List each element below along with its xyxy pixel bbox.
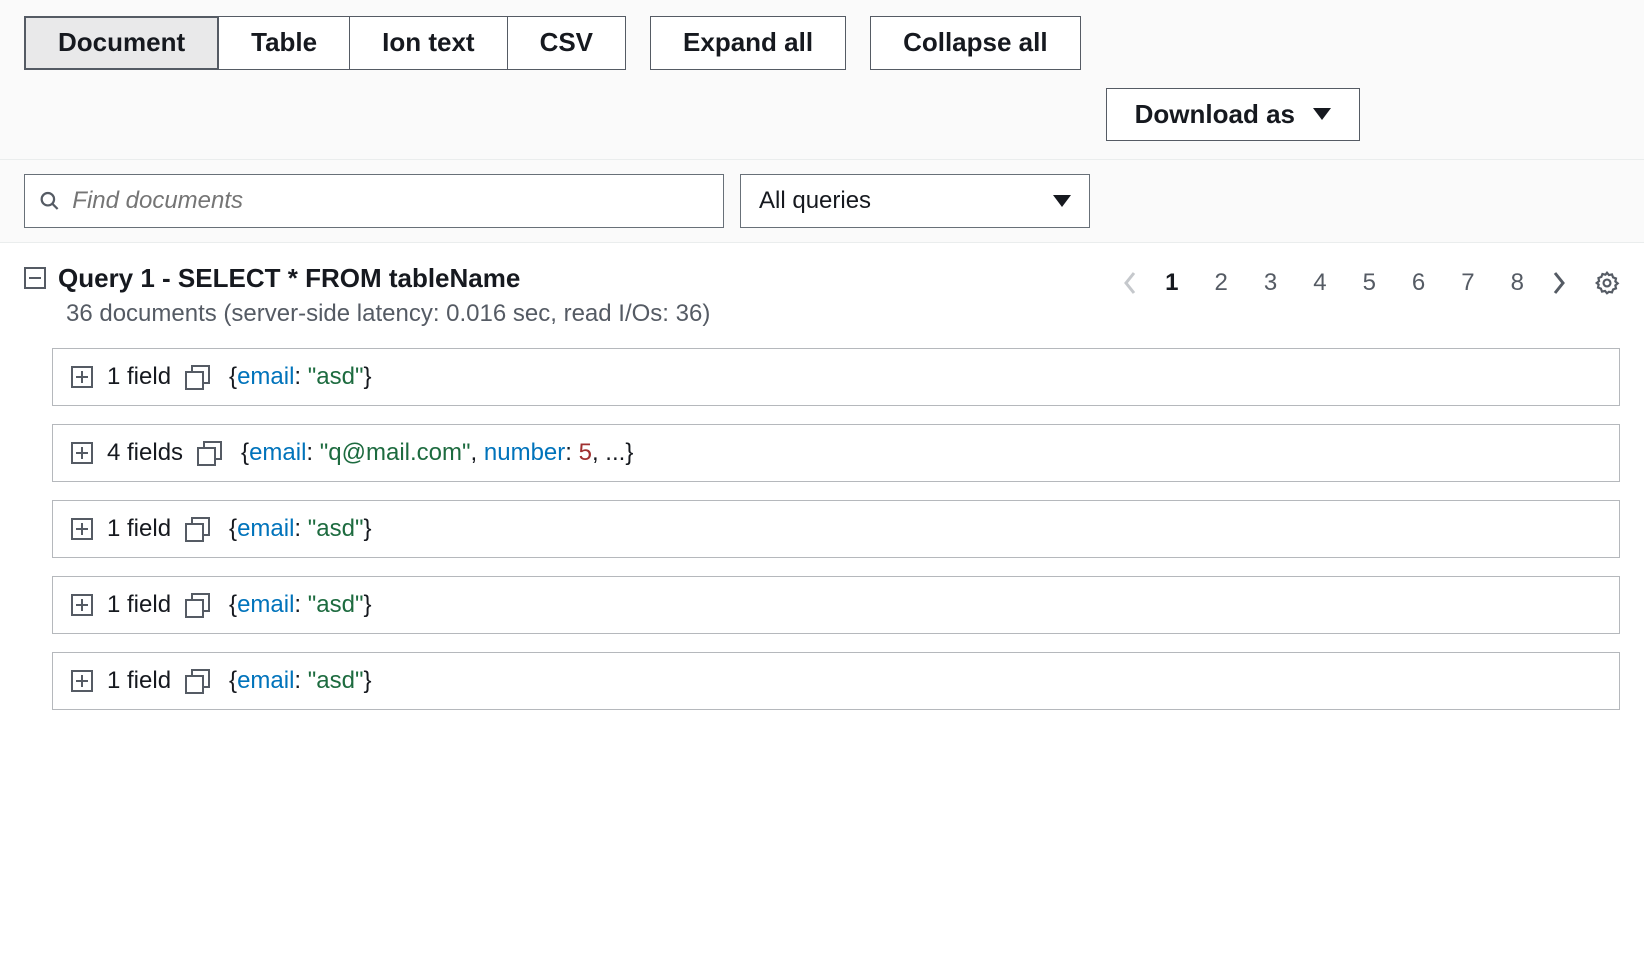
document-preview: {email: "asd"} <box>229 591 371 619</box>
expand-icon[interactable] <box>71 670 93 692</box>
filter-bar: All queries <box>0 160 1644 243</box>
document-row: 1 field {email: "asd"} <box>52 348 1620 406</box>
field-count-label: 1 field <box>107 363 171 391</box>
tab-table[interactable]: Table <box>219 16 350 70</box>
copy-icon[interactable] <box>185 593 209 617</box>
expand-icon[interactable] <box>71 594 93 616</box>
chevron-left-icon <box>1121 269 1139 297</box>
document-preview: {email: "asd"} <box>229 515 371 543</box>
field-count-label: 1 field <box>107 667 171 695</box>
document-preview: {email: "q@mail.com", number: 5, ...} <box>241 439 633 467</box>
document-row: 4 fields {email: "q@mail.com", number: 5,… <box>52 424 1620 482</box>
copy-icon[interactable] <box>185 669 209 693</box>
expand-all-button[interactable]: Expand all <box>650 16 846 70</box>
copy-icon[interactable] <box>197 441 221 465</box>
page-number[interactable]: 1 <box>1165 269 1178 297</box>
download-as-label: Download as <box>1135 99 1295 130</box>
query-filter-select[interactable]: All queries <box>740 174 1090 228</box>
results-header: Query 1 - SELECT * FROM tableName 36 doc… <box>24 263 1620 328</box>
collapse-all-button[interactable]: Collapse all <box>870 16 1081 70</box>
view-tabs: Document Table Ion text CSV Expand all C… <box>24 16 1620 70</box>
search-input[interactable] <box>60 187 709 215</box>
search-input-wrap[interactable] <box>24 174 724 228</box>
page-number[interactable]: 4 <box>1313 269 1326 297</box>
copy-icon[interactable] <box>185 517 209 541</box>
query-title: Query 1 - SELECT * FROM tableName <box>58 263 520 294</box>
document-preview: {email: "asd"} <box>229 363 371 391</box>
copy-icon[interactable] <box>185 365 209 389</box>
tab-csv[interactable]: CSV <box>508 16 626 70</box>
document-preview: {email: "asd"} <box>229 667 371 695</box>
caret-down-icon <box>1053 195 1071 207</box>
page-number[interactable]: 3 <box>1264 269 1277 297</box>
pagination: 1 2 3 4 5 6 7 8 <box>1121 269 1620 297</box>
page-number[interactable]: 2 <box>1214 269 1227 297</box>
results-area: Query 1 - SELECT * FROM tableName 36 doc… <box>0 243 1644 768</box>
download-as-button[interactable]: Download as <box>1106 88 1360 141</box>
field-count-label: 1 field <box>107 515 171 543</box>
page-next-button[interactable] <box>1550 269 1568 297</box>
expand-icon[interactable] <box>71 518 93 540</box>
chevron-right-icon <box>1550 269 1568 297</box>
page-number[interactable]: 7 <box>1461 269 1474 297</box>
page-number[interactable]: 5 <box>1363 269 1376 297</box>
document-row: 1 field {email: "asd"} <box>52 652 1620 710</box>
caret-down-icon <box>1313 108 1331 120</box>
expand-icon[interactable] <box>71 442 93 464</box>
expand-icon[interactable] <box>71 366 93 388</box>
gear-icon <box>1594 270 1620 296</box>
page-prev-button[interactable] <box>1121 269 1139 297</box>
settings-button[interactable] <box>1594 270 1620 296</box>
document-row: 1 field {email: "asd"} <box>52 500 1620 558</box>
page-number[interactable]: 6 <box>1412 269 1425 297</box>
document-list: 1 field {email: "asd"} 4 fields {email: "q@… <box>52 348 1620 710</box>
query-filter-value: All queries <box>759 187 871 215</box>
field-count-label: 4 fields <box>107 439 183 467</box>
query-subtitle: 36 documents (server-side latency: 0.016… <box>66 300 710 328</box>
toolbar-region: Document Table Ion text CSV Expand all C… <box>0 0 1644 160</box>
tab-ion-text[interactable]: Ion text <box>350 16 507 70</box>
search-icon <box>39 190 60 212</box>
page-number[interactable]: 8 <box>1511 269 1524 297</box>
collapse-icon[interactable] <box>24 267 46 289</box>
field-count-label: 1 field <box>107 591 171 619</box>
tab-document[interactable]: Document <box>24 16 219 70</box>
document-row: 1 field {email: "asd"} <box>52 576 1620 634</box>
